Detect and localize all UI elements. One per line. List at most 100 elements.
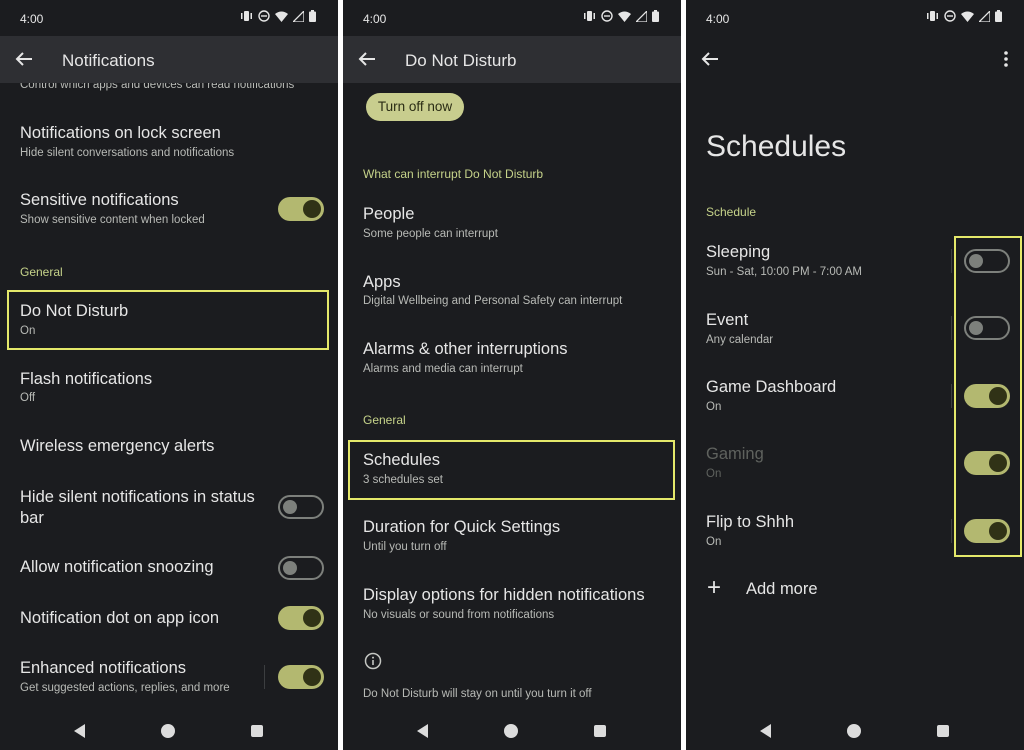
item-title: Hide silent notifications in status [20, 488, 255, 506]
notification-dot-toggle[interactable] [278, 606, 324, 630]
item-title: Wireless emergency alerts [20, 437, 215, 455]
settings-list: Control which apps and devices can read … [0, 83, 338, 713]
wifi-icon [618, 11, 631, 22]
item-subtitle: Some people can interrupt [363, 228, 498, 240]
item-subtitle: Alarms and media can interrupt [363, 363, 523, 375]
item-subtitle: Until you turn off [363, 541, 447, 553]
game-dashboard-toggle[interactable] [964, 384, 1010, 408]
status-bar: 4:00 [343, 0, 681, 36]
cut-off-subtitle: Control which apps and devices can read … [20, 83, 295, 91]
item-subtitle: No visuals or sound from notifications [363, 609, 555, 621]
back-arrow-icon[interactable] [13, 48, 35, 70]
schedule-name: Gaming [706, 445, 764, 463]
status-icons [583, 10, 659, 22]
signal-icon [293, 10, 304, 22]
schedule-subtitle: On [706, 401, 722, 413]
item-title: Display options for hidden notifications [363, 586, 645, 604]
divider [951, 519, 952, 543]
nav-back-icon[interactable] [758, 723, 774, 739]
schedules-panel: 4:00 Schedules Schedule Sleeping Sun - S… [686, 0, 1024, 750]
item-title: Schedules [363, 451, 441, 469]
vibrate-icon [584, 11, 595, 21]
nav-recents-icon[interactable] [594, 725, 606, 737]
nav-back-icon[interactable] [72, 723, 88, 739]
item-title: Enhanced notifications [20, 659, 187, 677]
add-more-label: Add more [746, 580, 818, 598]
nav-home-icon[interactable] [504, 724, 518, 738]
nav-recents-icon[interactable] [251, 725, 263, 737]
gaming-toggle[interactable] [964, 451, 1010, 475]
item-title: Apps [363, 273, 401, 291]
battery-icon [995, 10, 1002, 22]
signal-icon [636, 10, 647, 22]
nav-home-icon[interactable] [847, 724, 861, 738]
settings-list: Turn off now What can interrupt Do Not D… [343, 83, 681, 713]
navigation-bar [686, 713, 1024, 750]
item-title: Do Not Disturb [20, 302, 129, 320]
section-header-interrupt: What can interrupt Do Not Disturb [363, 167, 544, 181]
schedule-name: Flip to Shhh [706, 513, 795, 531]
status-bar: 4:00 [686, 0, 1024, 36]
navigation-bar [0, 713, 338, 750]
divider [951, 249, 952, 273]
item-subtitle: Show sensitive content when locked [20, 214, 205, 226]
item-title: Alarms & other interruptions [363, 340, 568, 358]
dnd-status-icon [944, 10, 956, 22]
page-title: Do Not Disturb [405, 51, 517, 70]
event-toggle[interactable] [964, 316, 1010, 340]
notifications-panel: 4:00 Notifications Control which apps an… [0, 0, 338, 750]
section-header-general: General [20, 265, 63, 279]
battery-icon [652, 10, 659, 22]
item-title: Notifications on lock screen [20, 124, 221, 142]
schedule-name: Game Dashboard [706, 378, 837, 396]
divider [951, 384, 952, 408]
highlight-box [348, 440, 675, 500]
item-subtitle: On [20, 325, 36, 337]
item-title: People [363, 205, 415, 223]
status-bar: 4:00 [0, 0, 338, 36]
page-title: Schedules [706, 130, 847, 163]
item-subtitle: Hide silent conversations and notificati… [20, 147, 235, 159]
item-subtitle: Digital Wellbeing and Personal Safety ca… [363, 295, 623, 307]
plus-icon: + [707, 574, 722, 601]
vibrate-icon [241, 11, 252, 21]
hide-silent-toggle[interactable] [278, 495, 324, 519]
section-header-schedule: Schedule [706, 205, 757, 219]
item-title: Flash notifications [20, 370, 153, 388]
wifi-icon [961, 11, 974, 22]
back-arrow-icon[interactable] [356, 48, 378, 70]
schedule-subtitle: Any calendar [706, 334, 774, 346]
navigation-bar [343, 713, 681, 750]
item-subtitle: Off [20, 392, 36, 404]
schedule-subtitle: On [706, 468, 722, 480]
item-title: Notification dot on app icon [20, 609, 220, 627]
turn-off-now-button[interactable]: Turn off now [366, 93, 464, 121]
nav-home-icon[interactable] [161, 724, 175, 738]
battery-icon [309, 10, 316, 22]
nav-recents-icon[interactable] [937, 725, 949, 737]
page-title: Notifications [62, 51, 155, 70]
info-icon [364, 652, 382, 670]
dnd-status-icon [258, 10, 270, 22]
snoozing-toggle[interactable] [278, 556, 324, 580]
sleeping-toggle[interactable] [964, 249, 1010, 273]
item-title: Sensitive notifications [20, 191, 179, 209]
nav-back-icon[interactable] [415, 723, 431, 739]
vibrate-icon [927, 11, 938, 21]
section-header-general: General [363, 413, 406, 427]
back-arrow-icon[interactable] [699, 48, 721, 70]
schedule-name: Event [706, 311, 749, 329]
enhanced-notifications-toggle[interactable] [278, 665, 324, 689]
sensitive-notifications-toggle[interactable] [278, 197, 324, 221]
item-subtitle: 3 schedules set [363, 474, 443, 486]
footer-note: Do Not Disturb will stay on until you tu… [363, 688, 592, 700]
schedules-list: Schedules Schedule Sleeping Sun - Sat, 1… [686, 83, 1024, 713]
item-title: Allow notification snoozing [20, 558, 214, 576]
app-bar: Notifications [0, 36, 338, 83]
schedule-subtitle: Sun - Sat, 10:00 PM - 7:00 AM [706, 266, 862, 278]
status-icons [240, 10, 316, 22]
app-bar [686, 36, 1024, 83]
flip-to-shhh-toggle[interactable] [964, 519, 1010, 543]
signal-icon [979, 10, 990, 22]
more-options-icon[interactable] [1000, 48, 1012, 70]
